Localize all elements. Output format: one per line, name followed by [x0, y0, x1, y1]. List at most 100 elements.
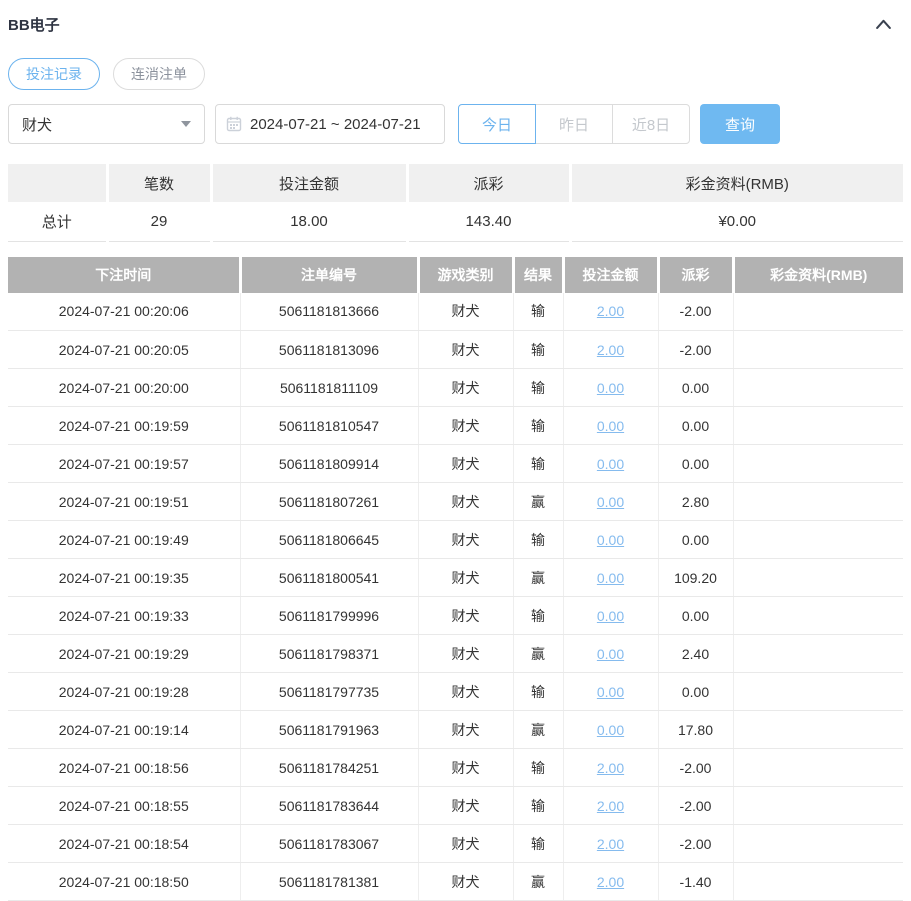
quick-range-group: 今日 昨日 近8日 [458, 104, 690, 144]
bet-amount-link[interactable]: 0.00 [597, 684, 624, 700]
summary-total-bet-amount: 18.00 [211, 202, 407, 241]
bet-id: 5061181809914 [240, 445, 418, 483]
bet-bonus [733, 483, 903, 521]
bet-result: 输 [513, 369, 563, 407]
table-row: 2024-07-21 00:19:33 5061181799996 财犬 输 0… [8, 597, 903, 635]
summary-table: 笔数 投注金额 派彩 彩金资料(RMB) 总计 29 18.00 143.40 … [8, 164, 903, 242]
bet-amount-link[interactable]: 0.00 [597, 418, 624, 434]
bet-table-header-row: 下注时间 注单编号 游戏类别 结果 投注金额 派彩 彩金资料(RMB) [8, 257, 903, 293]
bet-game: 财犬 [418, 635, 513, 673]
quick-range-last-8-days[interactable]: 近8日 [612, 104, 690, 144]
bet-game: 财犬 [418, 673, 513, 711]
bet-bonus [733, 369, 903, 407]
bet-amount-link[interactable]: 2.00 [597, 342, 624, 358]
bet-time: 2024-07-21 00:18:50 [8, 863, 240, 901]
bet-records-panel: BB电子 投注记录 连消注单 财犬 [0, 0, 911, 901]
filter-bar: 财犬 2024-07-21 ~ 2024-07-21 今日 [8, 104, 903, 144]
bet-bonus [733, 407, 903, 445]
bet-game: 财犬 [418, 445, 513, 483]
tab-cancelled-bets[interactable]: 连消注单 [113, 58, 205, 90]
bet-table-body: 2024-07-21 00:20:06 5061181813666 财犬 输 2… [8, 293, 903, 901]
bet-game: 财犬 [418, 711, 513, 749]
summary-total-label: 总计 [8, 202, 107, 241]
bet-amount-link[interactable]: 0.00 [597, 608, 624, 624]
table-row: 2024-07-21 00:20:00 5061181811109 财犬 输 0… [8, 369, 903, 407]
header-result: 结果 [513, 257, 563, 293]
summary-total-row: 总计 29 18.00 143.40 ¥0.00 [8, 202, 903, 241]
quick-range-today[interactable]: 今日 [458, 104, 536, 144]
bet-time: 2024-07-21 00:19:28 [8, 673, 240, 711]
caret-down-icon [181, 121, 191, 127]
bet-game: 财犬 [418, 483, 513, 521]
bet-time: 2024-07-21 00:18:56 [8, 749, 240, 787]
table-row: 2024-07-21 00:19:29 5061181798371 财犬 赢 0… [8, 635, 903, 673]
bet-amount-link[interactable]: 0.00 [597, 494, 624, 510]
bet-time: 2024-07-21 00:19:59 [8, 407, 240, 445]
summary-total-count: 29 [107, 202, 211, 241]
bet-amount-link[interactable]: 2.00 [597, 760, 624, 776]
table-row: 2024-07-21 00:19:49 5061181806645 财犬 输 0… [8, 521, 903, 559]
table-row: 2024-07-21 00:20:06 5061181813666 财犬 输 2… [8, 293, 903, 331]
bet-id: 5061181800541 [240, 559, 418, 597]
bet-amount-link[interactable]: 2.00 [597, 874, 624, 890]
table-row: 2024-07-21 00:18:55 5061181783644 财犬 输 2… [8, 787, 903, 825]
query-button[interactable]: 查询 [700, 104, 780, 144]
bet-bonus [733, 521, 903, 559]
table-row: 2024-07-21 00:18:56 5061181784251 财犬 输 2… [8, 749, 903, 787]
header-bet-time: 下注时间 [8, 257, 240, 293]
bet-result: 输 [513, 521, 563, 559]
bet-bonus [733, 749, 903, 787]
calendar-icon [226, 116, 242, 132]
bet-amount-link[interactable]: 0.00 [597, 722, 624, 738]
bet-result: 输 [513, 331, 563, 369]
bet-game: 财犬 [418, 331, 513, 369]
bet-amount-link[interactable]: 0.00 [597, 570, 624, 586]
bet-time: 2024-07-21 00:18:55 [8, 787, 240, 825]
bet-payout: -2.00 [658, 293, 733, 331]
bet-id: 5061181811109 [240, 369, 418, 407]
table-row: 2024-07-21 00:19:57 5061181809914 财犬 输 0… [8, 445, 903, 483]
bet-payout: 17.80 [658, 711, 733, 749]
summary-header-row: 笔数 投注金额 派彩 彩金资料(RMB) [8, 164, 903, 202]
bet-amount-link[interactable]: 2.00 [597, 836, 624, 852]
date-range-value: 2024-07-21 ~ 2024-07-21 [250, 116, 421, 133]
collapse-panel-button[interactable] [874, 17, 893, 31]
bet-result: 输 [513, 787, 563, 825]
bet-amount-link[interactable]: 0.00 [597, 532, 624, 548]
header-bet-amount: 投注金额 [563, 257, 658, 293]
bet-game: 财犬 [418, 863, 513, 901]
bet-amount-link[interactable]: 0.00 [597, 456, 624, 472]
bet-time: 2024-07-21 00:19:51 [8, 483, 240, 521]
quick-range-yesterday[interactable]: 昨日 [535, 104, 613, 144]
bet-amount-link[interactable]: 0.00 [597, 646, 624, 662]
bet-time: 2024-07-21 00:19:49 [8, 521, 240, 559]
bet-amount-link[interactable]: 2.00 [597, 303, 624, 319]
bet-result: 赢 [513, 483, 563, 521]
tab-bet-records[interactable]: 投注记录 [8, 58, 100, 90]
bet-amount-link[interactable]: 2.00 [597, 798, 624, 814]
bet-game: 财犬 [418, 825, 513, 863]
header-payout: 派彩 [658, 257, 733, 293]
summary-header-count: 笔数 [107, 164, 211, 202]
bet-amount-link[interactable]: 0.00 [597, 380, 624, 396]
bet-result: 赢 [513, 863, 563, 901]
bet-payout: 0.00 [658, 407, 733, 445]
bet-bonus [733, 331, 903, 369]
table-row: 2024-07-21 00:20:05 5061181813096 财犬 输 2… [8, 331, 903, 369]
bet-game: 财犬 [418, 369, 513, 407]
bet-time: 2024-07-21 00:19:57 [8, 445, 240, 483]
bet-game: 财犬 [418, 559, 513, 597]
summary-header-bonus: 彩金资料(RMB) [570, 164, 903, 202]
bet-id: 5061181813096 [240, 331, 418, 369]
bet-time: 2024-07-21 00:20:06 [8, 293, 240, 331]
bet-id: 5061181799996 [240, 597, 418, 635]
bet-result: 输 [513, 673, 563, 711]
bet-payout: -2.00 [658, 749, 733, 787]
bet-payout: 0.00 [658, 673, 733, 711]
bet-payout: 2.40 [658, 635, 733, 673]
game-select[interactable]: 财犬 [8, 104, 205, 144]
bet-result: 输 [513, 445, 563, 483]
date-range-input[interactable]: 2024-07-21 ~ 2024-07-21 [215, 104, 445, 144]
bet-bonus [733, 787, 903, 825]
table-row: 2024-07-21 00:19:35 5061181800541 财犬 赢 0… [8, 559, 903, 597]
